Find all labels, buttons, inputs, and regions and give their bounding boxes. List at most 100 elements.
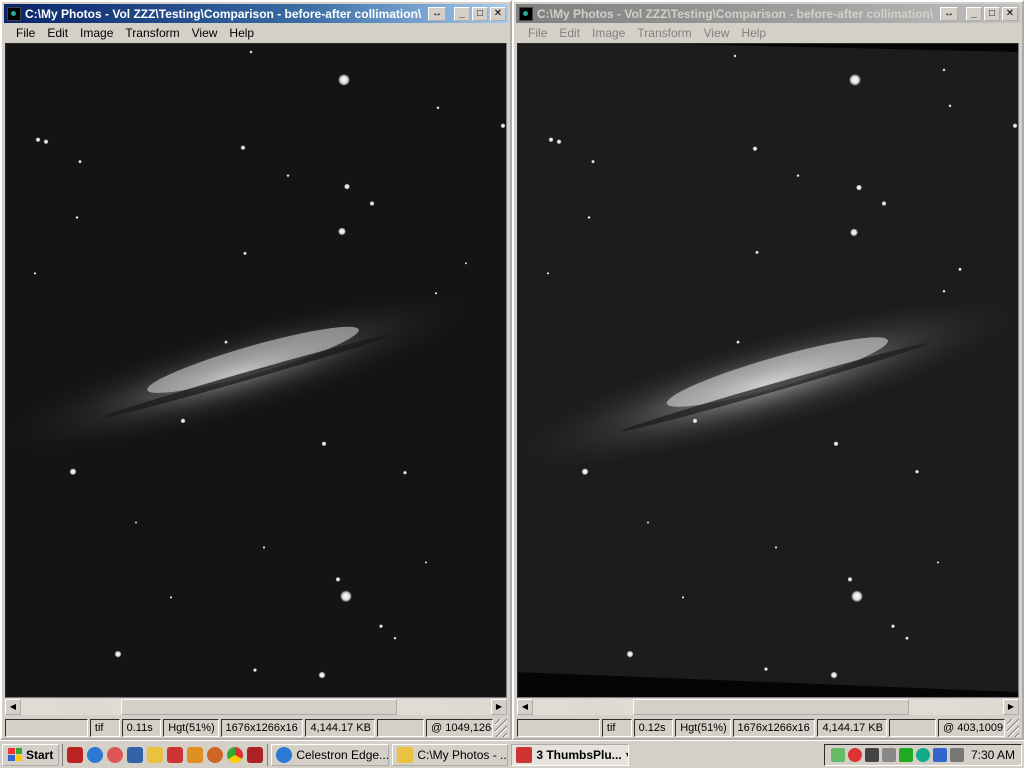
title-bar-left[interactable]: C:\My Photos - Vol ZZZ\Testing\Compariso… [4,4,508,23]
usb-icon[interactable] [881,747,896,762]
windows-flag-icon [8,748,22,761]
status-format: tif [601,719,632,737]
network-icon[interactable] [830,747,845,762]
bluetooth-icon[interactable] [898,747,913,762]
update-icon[interactable] [932,747,947,762]
menu-image[interactable]: Image [74,26,119,40]
quick-launch-bar [62,743,269,766]
image-window-left[interactable]: C:\My Photos - Vol ZZZ\Testing\Compariso… [0,0,512,740]
task-celestron[interactable]: Celestron Edge... [271,743,390,766]
status-filesize: 4,144.17 KB [817,719,887,737]
image-canvas-left[interactable] [5,43,507,698]
status-bar-left: tif 0.11s Hgt(51%) 1676x1266x16 4,144.17… [5,718,507,738]
swap-icon[interactable]: ↔ [428,6,446,21]
menu-edit[interactable]: Edit [553,26,586,40]
thumbs-icon[interactable] [167,746,184,763]
desktop: C:\My Photos - Vol ZZZ\Testing\Compariso… [0,0,1024,740]
task-label-my-photos: C:\My Photos - ... [417,747,509,762]
horizontal-scrollbar-left[interactable]: ◀ ▶ [5,699,507,715]
task-my-photos[interactable]: C:\My Photos - ... [392,743,509,766]
media-icon[interactable] [107,746,124,763]
status-load-time: 0.12s [633,719,674,737]
menu-image[interactable]: Image [586,26,631,40]
status-dimensions: 1676x1266x16 [220,719,304,737]
task-label-celestron: Celestron Edge... [296,747,390,762]
chrome-icon[interactable] [227,746,244,763]
image-canvas-right[interactable] [517,43,1019,698]
clock[interactable]: 7:30 AM [971,748,1015,762]
menu-view[interactable]: View [186,26,224,40]
status-cell-blank-2 [888,719,937,737]
scroll-thumb-left[interactable] [121,699,397,715]
folder-icon [397,746,414,763]
status-cell-blank [5,719,88,737]
image-window-right[interactable]: C:\My Photos - Vol ZZZ\Testing\Compariso… [512,0,1024,740]
volume-icon[interactable] [949,747,964,762]
close-button[interactable]: ✕ [490,6,506,21]
galaxy-image-right [518,44,1018,697]
horizontal-scrollbar-right[interactable]: ◀ ▶ [517,699,1019,715]
task-label-thumbsplus: 3 ThumbsPlu... [536,747,622,762]
menu-edit[interactable]: Edit [41,26,74,40]
scroll-track-right[interactable] [533,699,1003,715]
menu-transform[interactable]: Transform [119,26,185,40]
status-coordinates: @ 1049,1264 [426,719,494,737]
sync-icon[interactable] [915,747,930,762]
scroll-thumb-right[interactable] [633,699,909,715]
menu-help[interactable]: Help [735,26,772,40]
status-zoom: Hgt(51%) [163,719,219,737]
minimize-button[interactable]: _ [454,6,470,21]
thumbs-icon [516,746,533,763]
photo-icon[interactable] [247,746,264,763]
menu-transform[interactable]: Transform [631,26,697,40]
player-icon[interactable] [187,746,204,763]
status-bar-right: tif 0.12s Hgt(51%) 1676x1266x16 4,144.17… [517,718,1019,738]
status-load-time: 0.11s [121,719,162,737]
thumbsplus-icon[interactable] [519,6,533,21]
chevron-down-icon: ▾ [626,748,629,762]
minimize-button[interactable]: _ [966,6,982,21]
scroll-right-icon[interactable]: ▶ [491,699,507,715]
scroll-right-icon[interactable]: ▶ [1003,699,1019,715]
status-cell-blank [517,719,600,737]
start-button[interactable]: Start [2,743,60,766]
desktop-icon[interactable] [127,746,144,763]
menu-bar-left: File Edit Image Transform View Help [4,24,508,42]
scroll-track-left[interactable] [21,699,491,715]
menu-view[interactable]: View [698,26,736,40]
start-label: Start [26,747,54,762]
menu-file[interactable]: File [10,26,41,40]
status-format: tif [89,719,120,737]
close-button[interactable]: ✕ [1002,6,1018,21]
system-tray: 7:30 AM [823,743,1022,766]
resize-grip-icon[interactable] [1007,719,1019,737]
task-thumbsplus[interactable]: 3 ThumbsPlu... ▾ [511,743,630,766]
title-bar-right[interactable]: C:\My Photos - Vol ZZZ\Testing\Compariso… [516,4,1020,23]
status-coordinates: @ 403,1009 [938,719,1006,737]
window-title-left: C:\My Photos - Vol ZZZ\Testing\Compariso… [25,6,422,21]
scroll-left-icon[interactable]: ◀ [517,699,533,715]
menu-help[interactable]: Help [223,26,260,40]
menu-bar-right: File Edit Image Transform View Help [516,24,1020,42]
ccleaner-icon[interactable] [207,746,224,763]
acrobat-icon[interactable] [67,746,84,763]
status-dimensions: 1676x1266x16 [732,719,816,737]
status-filesize: 4,144.17 KB [305,719,375,737]
status-cell-blank-2 [376,719,425,737]
galaxy-image-left [6,44,506,697]
calc-icon[interactable] [864,747,879,762]
shield-icon[interactable] [847,747,862,762]
ie-icon[interactable] [87,746,104,763]
menu-file[interactable]: File [522,26,553,40]
folder-icon[interactable] [147,746,164,763]
resize-grip-icon[interactable] [495,719,507,737]
scroll-left-icon[interactable]: ◀ [5,699,21,715]
ie-icon [276,746,293,763]
window-title-right: C:\My Photos - Vol ZZZ\Testing\Compariso… [537,6,934,21]
maximize-button[interactable]: □ [472,6,488,21]
swap-icon[interactable]: ↔ [940,6,958,21]
maximize-button[interactable]: □ [984,6,1000,21]
thumbsplus-icon[interactable] [7,6,21,21]
taskbar: Start Celestron Edge... C:\My Photos - .… [0,740,1024,768]
status-zoom: Hgt(51%) [675,719,731,737]
